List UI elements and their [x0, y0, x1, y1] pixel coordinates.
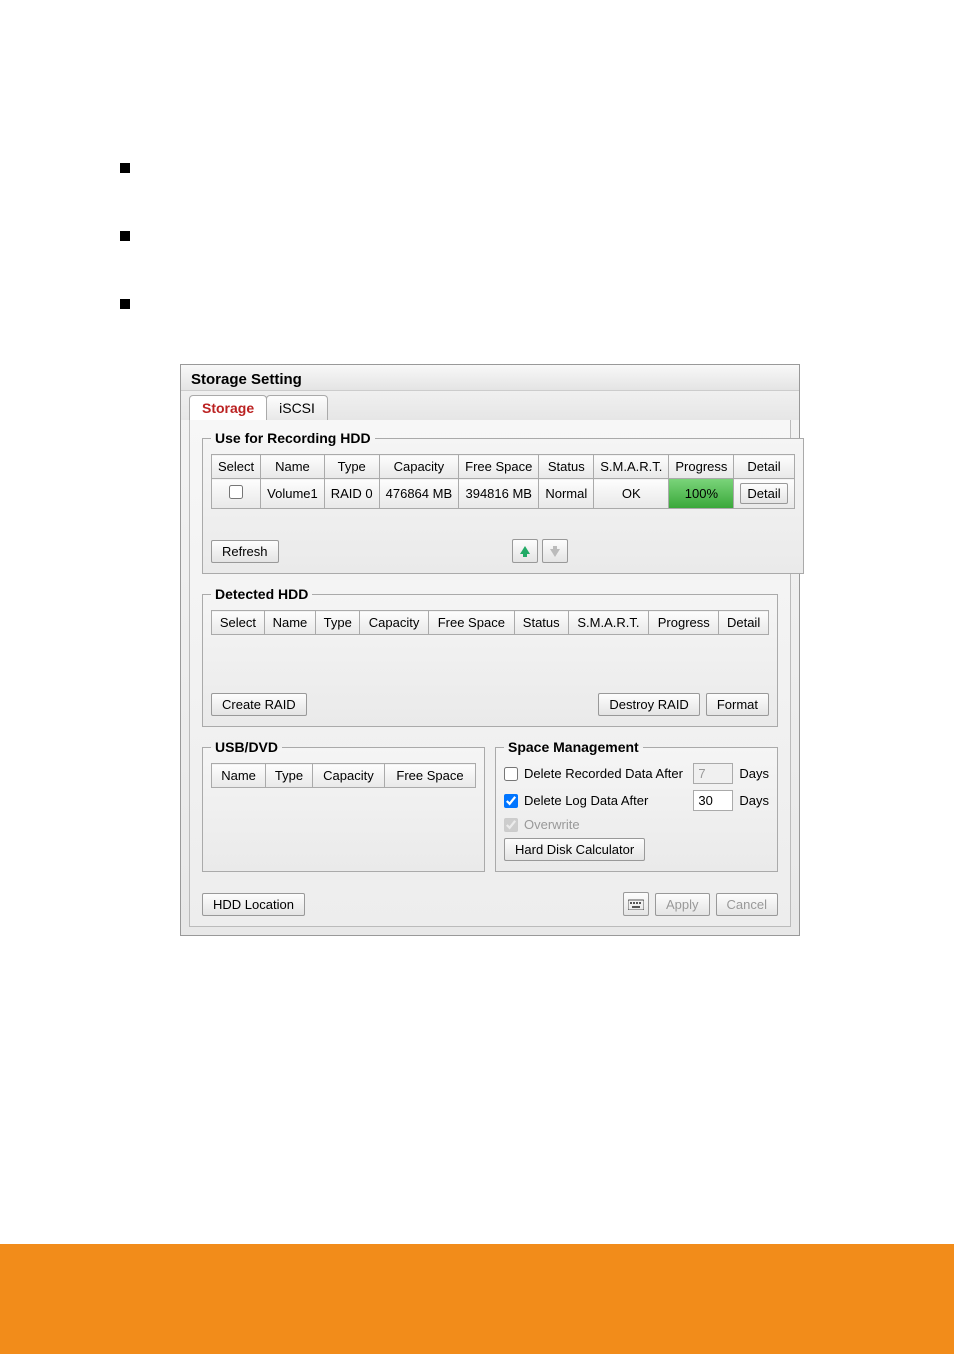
cell-type: RAID 0 [324, 479, 379, 509]
col-select: Select [212, 455, 261, 479]
cell-detail: Detail [734, 479, 794, 509]
hdd-location-button[interactable]: HDD Location [202, 893, 305, 916]
col-status: Status [514, 611, 568, 635]
days-label: Days [739, 766, 769, 781]
legend-detected-hdd: Detected HDD [211, 586, 312, 602]
cell-status: Normal [539, 479, 594, 509]
table-header-row: Select Name Type Capacity Free Space Sta… [212, 611, 769, 635]
progress-value: 100% [685, 486, 718, 501]
col-detail: Detail [719, 611, 769, 635]
cell-capacity: 476864 MB [379, 479, 459, 509]
col-type: Type [324, 455, 379, 479]
keyboard-icon [628, 898, 644, 910]
col-free-space: Free Space [384, 764, 475, 788]
usb-dvd-table: Name Type Capacity Free Space [211, 763, 476, 788]
detail-button[interactable]: Detail [740, 483, 787, 504]
delete-log-label: Delete Log Data After [524, 793, 687, 808]
arrow-up-icon [519, 545, 531, 557]
cell-name: Volume1 [261, 479, 325, 509]
col-name: Name [261, 455, 325, 479]
col-capacity: Capacity [360, 611, 428, 635]
overwrite-checkbox[interactable] [504, 818, 518, 832]
refresh-button[interactable]: Refresh [211, 540, 279, 563]
move-down-button[interactable] [542, 539, 568, 563]
apply-button[interactable]: Apply [655, 893, 710, 916]
detected-hdd-table: Select Name Type Capacity Free Space Sta… [211, 610, 769, 635]
bullet-square-icon [120, 231, 130, 241]
col-free-space: Free Space [459, 455, 539, 479]
row-select-checkbox[interactable] [229, 485, 243, 499]
col-progress: Progress [669, 455, 734, 479]
destroy-raid-button[interactable]: Destroy RAID [598, 693, 699, 716]
legend-usb-dvd: USB/DVD [211, 739, 282, 755]
col-progress: Progress [649, 611, 719, 635]
col-name: Name [264, 611, 315, 635]
overwrite-label: Overwrite [524, 817, 769, 832]
recording-hdd-table: Select Name Type Capacity Free Space Sta… [211, 454, 795, 509]
col-capacity: Capacity [379, 455, 459, 479]
delete-log-checkbox[interactable] [504, 794, 518, 808]
days-label: Days [739, 793, 769, 808]
delete-recorded-checkbox[interactable] [504, 767, 518, 781]
bullet-square-icon [120, 163, 130, 173]
page-footer-band [0, 1244, 954, 1354]
col-select: Select [212, 611, 265, 635]
table-header-row: Name Type Capacity Free Space [212, 764, 476, 788]
tab-storage[interactable]: Storage [189, 395, 267, 420]
delete-recorded-input[interactable] [693, 763, 733, 784]
cell-select [212, 479, 261, 509]
group-use-for-recording: Use for Recording HDD Select Name Type C… [202, 430, 804, 574]
delete-recorded-label: Delete Recorded Data After [524, 766, 687, 781]
cell-free-space: 394816 MB [459, 479, 539, 509]
group-space-management: Space Management Delete Recorded Data Af… [495, 739, 778, 872]
table-header-row: Select Name Type Capacity Free Space Sta… [212, 455, 795, 479]
cell-progress: 100% [669, 479, 734, 509]
storage-setting-dialog: Storage Setting Storage iSCSI Use for Re… [180, 364, 800, 936]
col-type: Type [316, 611, 360, 635]
col-free-space: Free Space [428, 611, 514, 635]
cancel-button[interactable]: Cancel [716, 893, 778, 916]
col-status: Status [539, 455, 594, 479]
keyboard-icon-button[interactable] [623, 892, 649, 916]
dialog-title: Storage Setting [181, 365, 799, 391]
legend-space-management: Space Management [504, 739, 643, 755]
bullet-square-icon [120, 299, 130, 309]
format-button[interactable]: Format [706, 693, 769, 716]
col-name: Name [212, 764, 266, 788]
move-up-button[interactable] [512, 539, 538, 563]
table-row: Volume1 RAID 0 476864 MB 394816 MB Norma… [212, 479, 795, 509]
tab-iscsi[interactable]: iSCSI [266, 395, 328, 420]
group-usb-dvd: USB/DVD Name Type Capacity Free Space [202, 739, 485, 872]
col-capacity: Capacity [312, 764, 384, 788]
col-smart: S.M.A.R.T. [568, 611, 649, 635]
col-type: Type [266, 764, 313, 788]
delete-log-input[interactable] [693, 790, 733, 811]
legend-use-for-recording: Use for Recording HDD [211, 430, 375, 446]
col-smart: S.M.A.R.T. [594, 455, 669, 479]
hdd-calculator-button[interactable]: Hard Disk Calculator [504, 838, 645, 861]
cell-smart: OK [594, 479, 669, 509]
tab-bar: Storage iSCSI [181, 391, 799, 420]
arrow-down-icon [549, 545, 561, 557]
create-raid-button[interactable]: Create RAID [211, 693, 307, 716]
group-detected-hdd: Detected HDD Select Name Type Capacity F… [202, 586, 778, 727]
col-detail: Detail [734, 455, 794, 479]
